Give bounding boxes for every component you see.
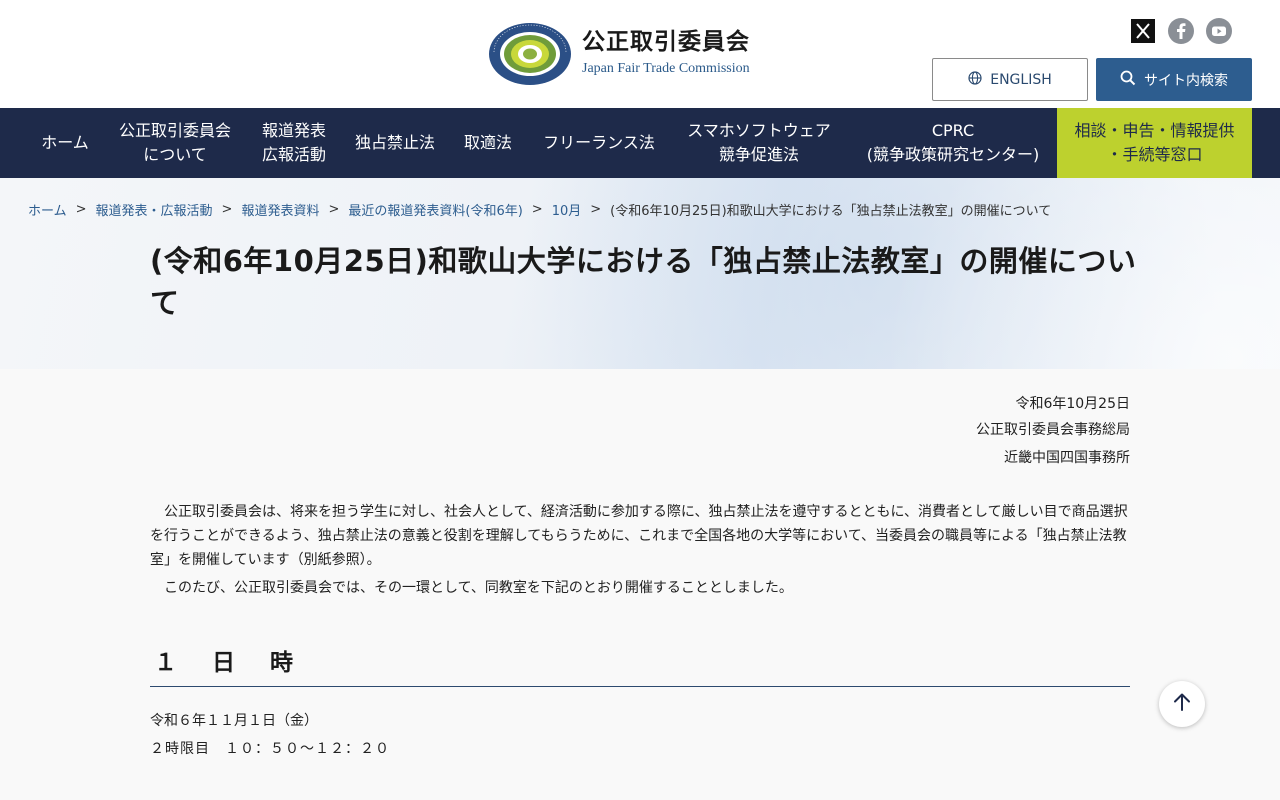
nav-item-freelance[interactable]: フリーランス法	[534, 108, 664, 178]
site-name-jp: 公正取引委員会	[582, 29, 750, 55]
nav-item-consultation[interactable]: 相談・申告・情報提供 ・手続等窓口	[1057, 108, 1252, 178]
nav-item-smartphone[interactable]: スマホソフトウェア 競争促進法	[676, 108, 842, 178]
issuer-office: 近畿中国四国事務所	[1004, 450, 1130, 466]
breadcrumb-link-press[interactable]: 報道発表・広報活動	[96, 200, 213, 219]
nav-label: 取適法	[463, 133, 512, 152]
release-meta: 令和6年10月25日 公正取引委員会事務総局 近畿中国四国事務所	[976, 391, 1130, 471]
breadcrumb-link-recent[interactable]: 最近の報道発表資料(令和6年)	[348, 200, 522, 219]
breadcrumb-link-october[interactable]: 10月	[552, 200, 582, 219]
breadcrumb: ホーム > 報道発表・広報活動 > 報道発表資料 > 最近の報道発表資料(令和6…	[28, 200, 1051, 219]
search-label: サイト内検索	[1144, 72, 1228, 89]
body-paragraph: 公正取引委員会は、将来を担う学生に対し、社会人として、経済活動に参加する際に、独…	[150, 504, 1128, 568]
jftc-emblem-icon	[488, 22, 572, 86]
breadcrumb-separator: >	[75, 202, 87, 217]
release-date: 令和6年10月25日	[1015, 396, 1130, 412]
site-search-button[interactable]: サイト内検索	[1096, 58, 1252, 101]
breadcrumb-current: (令和6年10月25日)和歌山大学における「独占禁止法教室」の開催について	[610, 204, 1052, 219]
nav-item-about[interactable]: 公正取引委員会 について	[112, 108, 238, 178]
nav-item-cprc[interactable]: CPRC (競争政策研究センター)	[856, 108, 1050, 178]
nav-label: (競争政策研究センター)	[866, 145, 1040, 164]
nav-label: ホーム	[41, 133, 89, 152]
event-time: ２時限目 １０：５０～１２：２０	[150, 741, 390, 757]
social-links	[1130, 18, 1232, 44]
nav-label: 競争促進法	[718, 145, 799, 164]
nav-label: 報道発表	[261, 121, 326, 140]
back-to-top-button[interactable]	[1159, 681, 1205, 727]
english-button[interactable]: ENGLISH	[932, 58, 1088, 101]
youtube-icon[interactable]	[1206, 18, 1232, 44]
event-datetime: 令和６年１１月１日（金） ２時限目 １０：５０～１２：２０	[150, 707, 390, 763]
facebook-icon[interactable]	[1168, 18, 1194, 44]
nav-label: について	[143, 145, 207, 164]
page-title: (令和6年10月25日)和歌山大学における「独占禁止法教室」の開催について	[150, 244, 1137, 320]
site-name-en: Japan Fair Trade Commission	[582, 61, 750, 76]
arrow-up-icon	[1173, 692, 1191, 716]
event-date: 令和６年１１月１日（金）	[150, 713, 318, 729]
x-icon[interactable]	[1130, 18, 1156, 44]
breadcrumb-separator: >	[328, 202, 340, 217]
nav-item-press[interactable]: 報道発表 広報活動	[250, 108, 338, 178]
site-header: 公正取引委員会 Japan Fair Trade Commission ENGL…	[0, 0, 1280, 108]
nav-label: ・手続等窓口	[1106, 145, 1203, 164]
breadcrumb-separator: >	[221, 202, 233, 217]
nav-label: 独占禁止法	[354, 133, 435, 152]
site-logo[interactable]: 公正取引委員会 Japan Fair Trade Commission	[488, 22, 750, 86]
search-icon	[1120, 70, 1136, 90]
article-body: 公正取引委員会は、将来を担う学生に対し、社会人として、経済活動に参加する際に、独…	[150, 500, 1130, 600]
nav-item-home[interactable]: ホーム	[28, 108, 102, 178]
page-hero: ホーム > 報道発表・広報活動 > 報道発表資料 > 最近の報道発表資料(令和6…	[0, 178, 1280, 369]
issuer: 公正取引委員会事務総局	[976, 422, 1130, 438]
body-paragraph: このたび、公正取引委員会では、その一環として、同教室を下記のとおり開催することと…	[164, 580, 793, 596]
nav-label: フリーランス法	[543, 133, 655, 152]
breadcrumb-separator: >	[531, 202, 543, 217]
breadcrumb-separator: >	[590, 202, 602, 217]
nav-label: CPRC	[931, 121, 975, 140]
nav-item-torihiki[interactable]: 取適法	[456, 108, 520, 178]
breadcrumb-link-home[interactable]: ホーム	[28, 200, 67, 219]
globe-icon	[968, 70, 982, 89]
nav-label: 広報活動	[261, 145, 326, 164]
nav-item-antimonopoly[interactable]: 独占禁止法	[348, 108, 442, 178]
global-nav: ホーム 公正取引委員会 について 報道発表 広報活動 独占禁止法 取適法 フリー…	[0, 108, 1280, 178]
breadcrumb-link-press-materials[interactable]: 報道発表資料	[241, 200, 319, 219]
section-heading: １ 日 時	[150, 643, 1130, 687]
main-content: 令和6年10月25日 公正取引委員会事務総局 近畿中国四国事務所 公正取引委員会…	[0, 369, 1280, 800]
nav-label: スマホソフトウェア	[687, 121, 831, 140]
english-label: ENGLISH	[990, 71, 1052, 88]
nav-label: 公正取引委員会	[118, 121, 231, 140]
nav-label: 相談・申告・情報提供	[1074, 121, 1235, 140]
